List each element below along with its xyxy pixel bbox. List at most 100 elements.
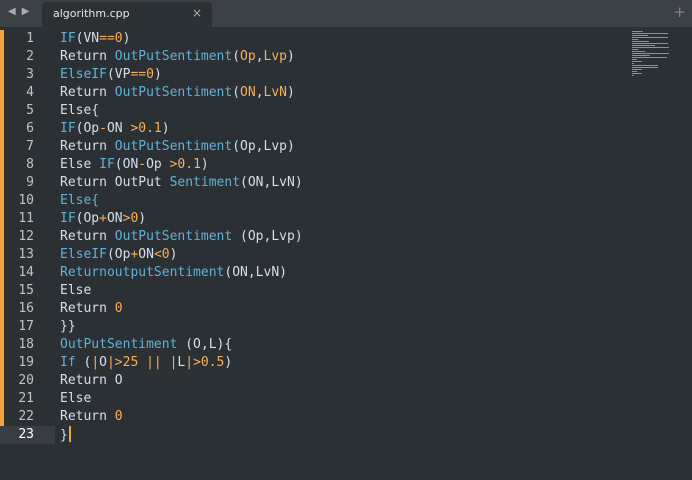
minimap-line xyxy=(632,61,642,62)
code-token: (ON,LvN) xyxy=(240,175,303,190)
minimap-line xyxy=(632,47,669,48)
code-token: 0.1 xyxy=(138,121,162,136)
code-line[interactable]: If (|O|>25 || |L|>0.5) xyxy=(60,354,620,372)
code-token: (Op xyxy=(75,211,100,226)
code-token: Return OutPut xyxy=(60,175,170,190)
line-number: 16 xyxy=(18,301,34,316)
minimap-line xyxy=(632,59,637,60)
code-token: ) xyxy=(138,211,147,226)
code-token: | xyxy=(106,355,115,370)
code-token: || xyxy=(146,355,162,370)
code-token: (VP xyxy=(106,67,131,82)
code-token: ( xyxy=(232,49,241,64)
minimap-line xyxy=(632,63,634,64)
code-token: ON xyxy=(106,211,123,226)
code-token: (Op,Lvp) xyxy=(232,229,303,244)
code-token: == xyxy=(99,31,115,46)
code-token: + xyxy=(99,211,107,226)
code-line[interactable]: OutPutSentiment (O,L){ xyxy=(60,336,620,354)
code-token: 0 xyxy=(161,247,170,262)
code-line[interactable]: } xyxy=(60,426,620,444)
code-line[interactable]: Return OutPutSentiment(ON,LvN) xyxy=(60,84,620,102)
code-line[interactable]: Return OutPutSentiment(Op,Lvp) xyxy=(60,138,620,156)
minimap-line xyxy=(632,43,668,44)
code-token: Return xyxy=(60,85,115,100)
minimap-line xyxy=(632,73,642,74)
minimap-line xyxy=(632,35,648,36)
code-line[interactable]: Return O xyxy=(60,372,620,390)
tab-algorithm-cpp[interactable]: algorithm.cpp × xyxy=(42,2,212,27)
code-token: }} xyxy=(60,319,76,334)
code-token: IF xyxy=(60,211,76,226)
code-line[interactable]: IF(VN==0) xyxy=(60,30,620,48)
code-line[interactable]: Else{ xyxy=(60,102,620,120)
text-cursor xyxy=(68,426,71,442)
code-line[interactable]: IF(Op-ON >0.1) xyxy=(60,120,620,138)
line-number: 13 xyxy=(18,247,34,262)
code-area[interactable]: IF(VN==0) Return OutPutSentiment(Op,Lvp) E… xyxy=(60,30,620,444)
minimap-line xyxy=(632,69,642,70)
code-token: LvN xyxy=(263,85,287,100)
code-token: Else{ xyxy=(60,103,100,118)
code-token: ) xyxy=(200,157,209,172)
code-line[interactable]: Return 0 xyxy=(60,408,620,426)
line-number: 21 xyxy=(18,391,34,406)
line-number: 18 xyxy=(18,337,34,352)
code-token: ( xyxy=(75,355,92,370)
code-line[interactable]: ElseIF(VP==0) xyxy=(60,66,620,84)
code-line[interactable]: Return OutPutSentiment(Op,Lvp) xyxy=(60,48,620,66)
code-token: Else xyxy=(60,391,92,406)
minimap-line xyxy=(632,31,643,32)
minimap-line xyxy=(632,65,658,66)
code-token: (Op,Lvp) xyxy=(232,139,295,154)
code-token: Else{ xyxy=(60,193,100,208)
code-token: OutPutSentiment xyxy=(114,85,233,100)
code-token: - xyxy=(138,157,147,172)
code-token: OutPutSentiment xyxy=(114,139,233,154)
line-number: 4 xyxy=(26,85,34,100)
code-token: Return xyxy=(60,229,115,244)
code-line[interactable]: ReturnoutputSentiment(ON,LvN) xyxy=(60,264,620,282)
code-token: 0.1 xyxy=(177,157,201,172)
forward-arrow-icon[interactable]: ▶ xyxy=(22,6,30,17)
line-number: 12 xyxy=(18,229,34,244)
line-number: 6 xyxy=(26,121,34,136)
code-line[interactable]: Else IF(ON-Op >0.1) xyxy=(60,156,620,174)
line-number: 23 xyxy=(0,426,55,444)
code-token: ElseIF xyxy=(60,67,107,82)
code-token: ) xyxy=(169,247,178,262)
line-number: 22 xyxy=(18,409,34,424)
code-line[interactable]: Else xyxy=(60,390,620,408)
code-line[interactable]: Return OutPut Sentiment(ON,LvN) xyxy=(60,174,620,192)
code-editor[interactable]: 1 2 3 4 5 6 7 8 9 10 11 12 13 14 15 16 17 18 19 20 21 22 23 IF… xyxy=(0,27,692,480)
code-line[interactable]: Else xyxy=(60,282,620,300)
code-token: IF xyxy=(60,31,76,46)
code-token: ElseIF xyxy=(60,247,107,262)
code-token: ) xyxy=(287,49,295,64)
code-line[interactable]: IF(Op+ON>0) xyxy=(60,210,620,228)
back-arrow-icon[interactable]: ◀ xyxy=(8,6,16,17)
code-line[interactable]: Else{ xyxy=(60,192,620,210)
minimap-line xyxy=(632,33,668,34)
code-token: | xyxy=(91,355,100,370)
code-token: ReturnoutputSentiment xyxy=(60,265,225,280)
code-token: Return xyxy=(60,301,115,316)
code-token: | xyxy=(185,355,194,370)
code-line[interactable]: ElseIF(Op+ON<0) xyxy=(60,246,620,264)
code-line[interactable]: }} xyxy=(60,318,620,336)
minimap-line xyxy=(632,67,658,68)
code-token: Op xyxy=(146,157,170,172)
code-line[interactable]: Return OutPutSentiment (Op,Lvp) xyxy=(60,228,620,246)
minimap-line xyxy=(632,71,637,72)
tab-label: algorithm.cpp xyxy=(53,7,130,20)
code-token: } xyxy=(60,428,68,443)
new-tab-icon[interactable]: + xyxy=(673,3,686,21)
code-token: Lvp xyxy=(263,49,287,64)
minimap[interactable] xyxy=(632,31,672,79)
close-icon[interactable]: × xyxy=(192,6,202,20)
minimap-line xyxy=(632,55,650,56)
code-token: OutPutSentiment xyxy=(114,49,233,64)
minimap-line xyxy=(632,75,634,76)
code-token: Else xyxy=(60,157,100,172)
code-line[interactable]: Return 0 xyxy=(60,300,620,318)
